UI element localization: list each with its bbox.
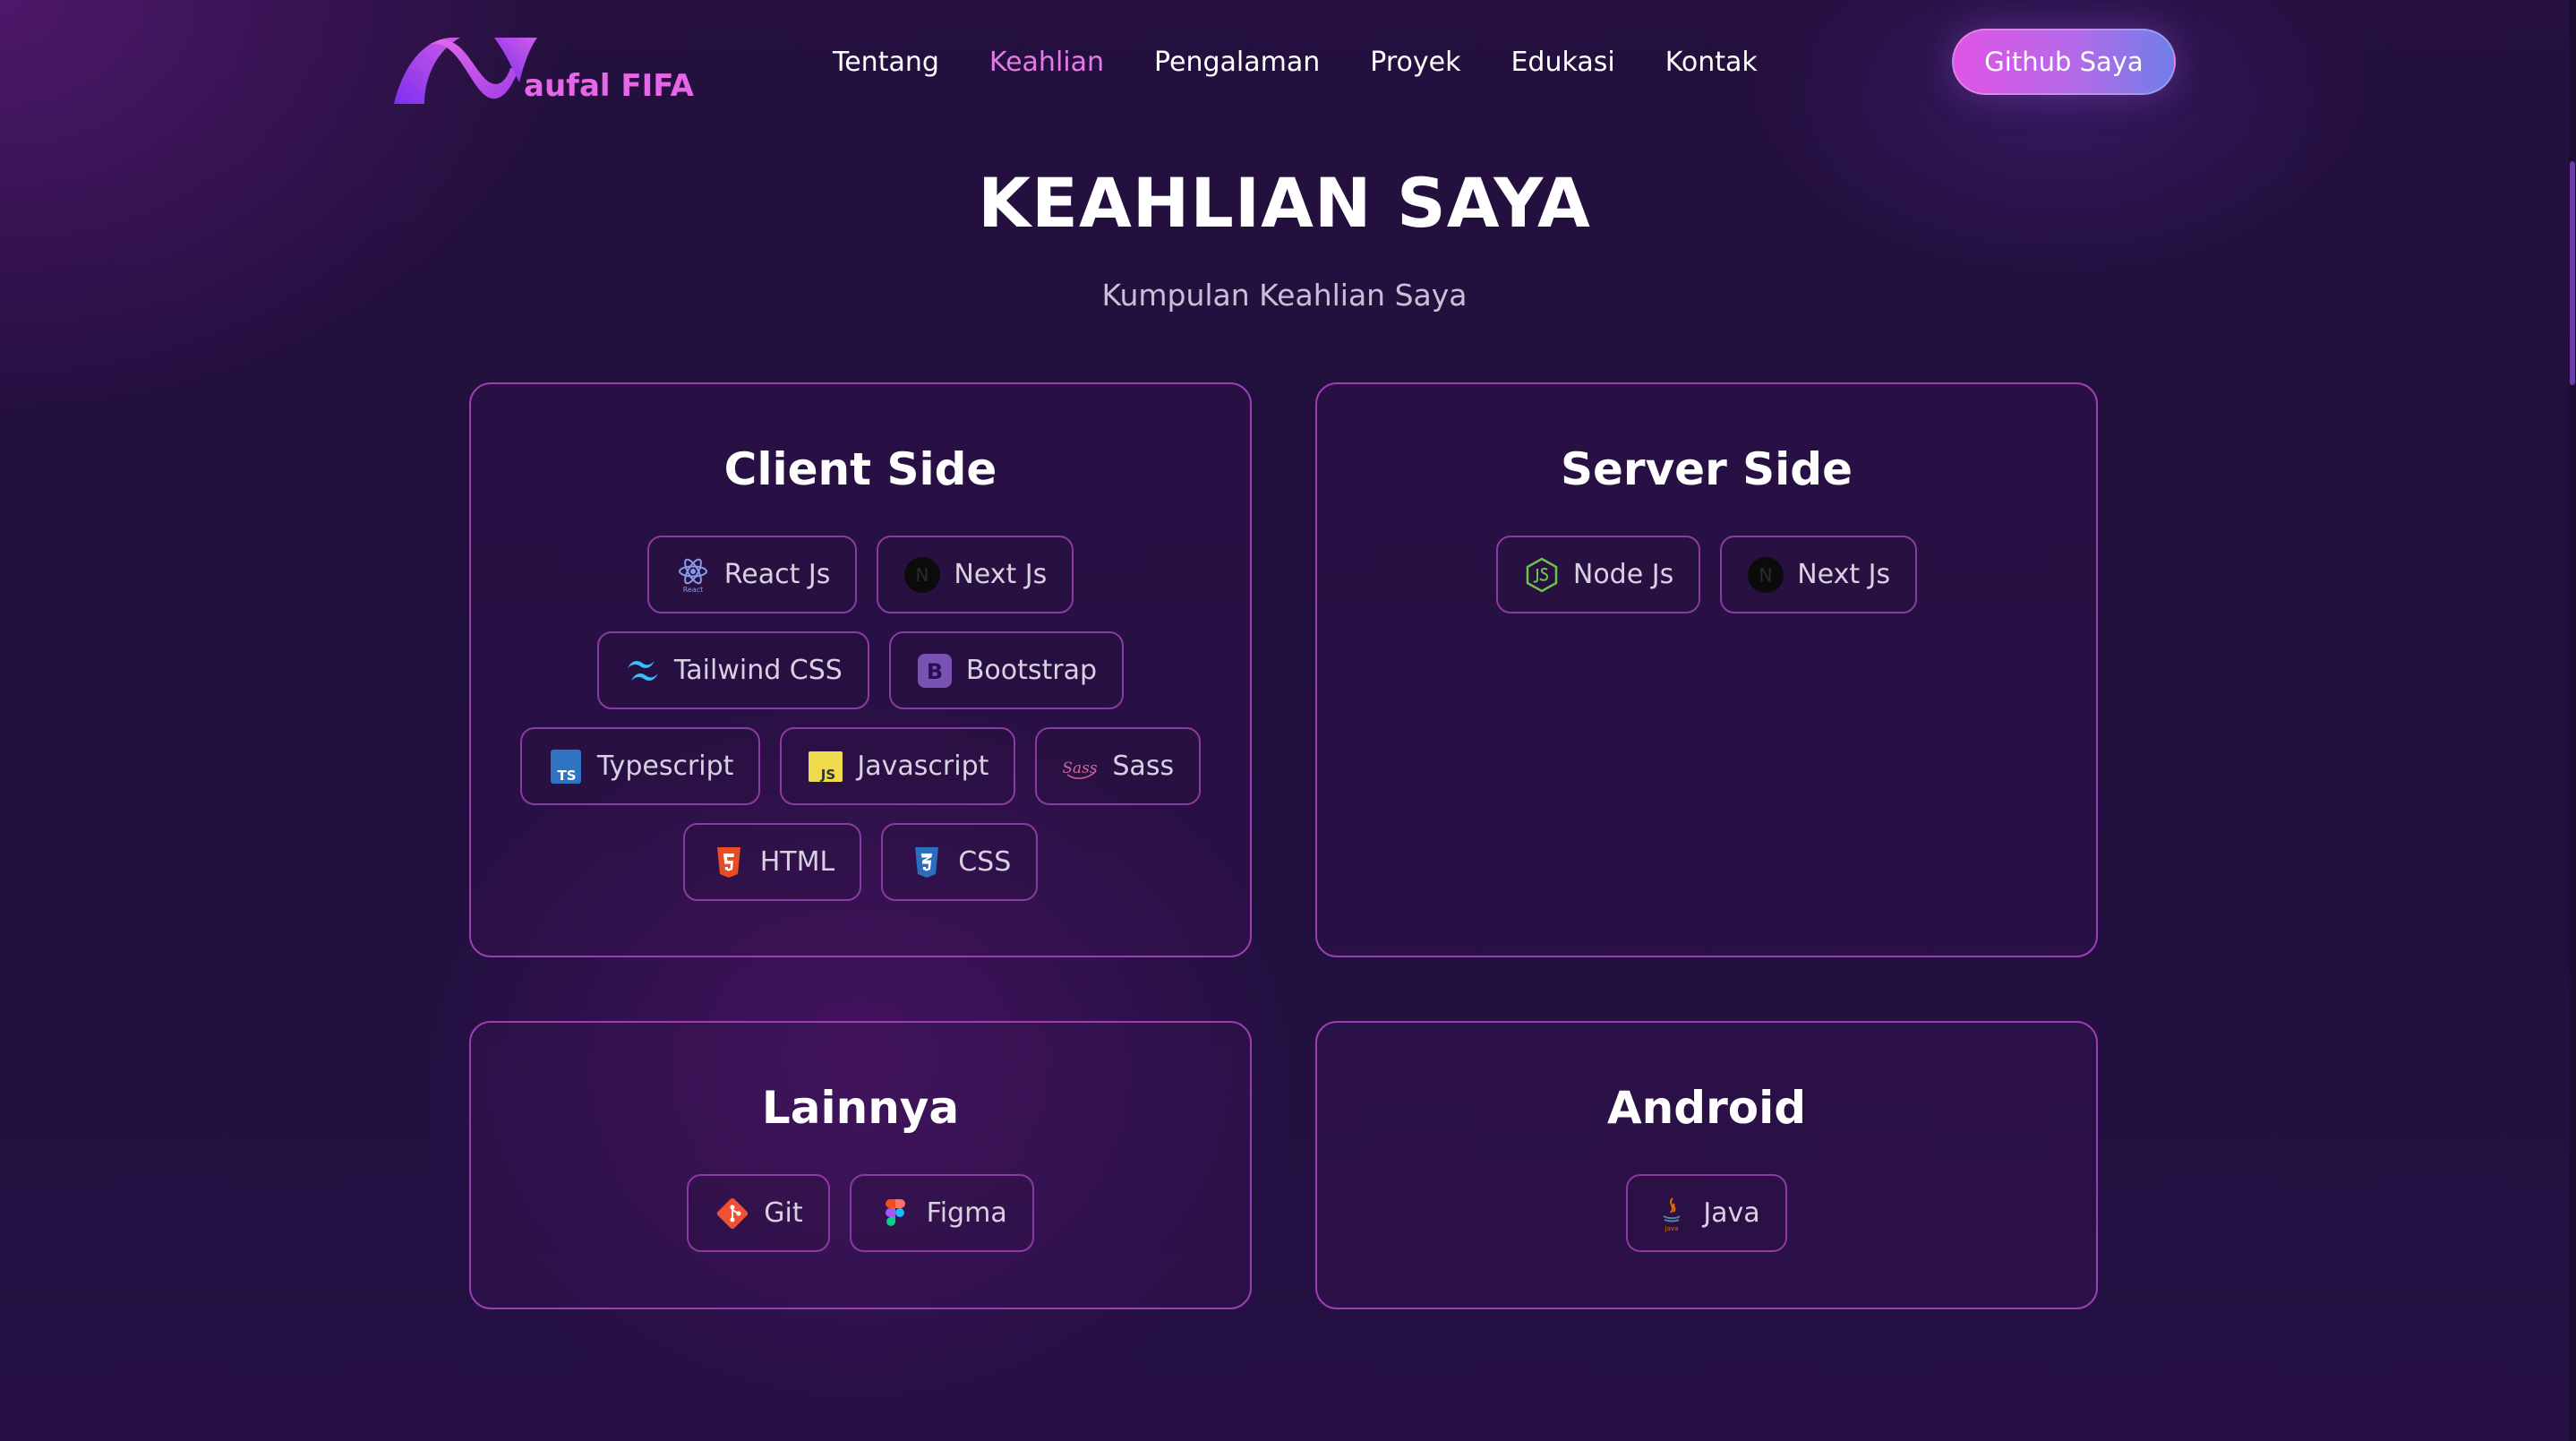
html5-icon <box>710 844 748 881</box>
android-card: Android Java Java <box>1315 1021 2098 1309</box>
skill-chip-figma[interactable]: Figma <box>849 1174 1034 1252</box>
java-icon: Java <box>1653 1195 1690 1232</box>
skill-chip-git[interactable]: Git <box>687 1174 830 1252</box>
skill-row: Git Figma <box>471 1174 1250 1252</box>
skill-row: Tailwind CSS B Bootstrap <box>471 631 1250 709</box>
skill-label: Figma <box>926 1197 1007 1229</box>
skill-row: HTML CSS <box>471 823 1250 901</box>
skill-chip-tailwind[interactable]: Tailwind CSS <box>596 631 869 709</box>
nodejs-icon <box>1523 556 1561 594</box>
card-title: Android <box>1606 1082 1807 1134</box>
skill-chip-nextjs-server[interactable]: N Next Js <box>1720 536 1918 613</box>
skill-label: Bootstrap <box>965 655 1098 686</box>
page-scrollbar[interactable] <box>2569 0 2576 1441</box>
card-title: Server Side <box>1560 443 1853 495</box>
css3-icon <box>908 844 946 881</box>
nav-link-kontak[interactable]: Kontak <box>1665 47 1758 78</box>
git-icon <box>714 1195 751 1232</box>
svg-text:N: N <box>916 564 929 586</box>
skill-label: Next Js <box>1797 559 1891 590</box>
skill-row: Java Java <box>1317 1174 2096 1252</box>
skill-chip-typescript[interactable]: TS Typescript <box>519 727 761 805</box>
nav-links: Tentang Keahlian Pengalaman Proyek Eduka… <box>833 43 1758 81</box>
skill-chip-nodejs[interactable]: Node Js <box>1495 536 1701 613</box>
skill-row: TS Typescript JS Javascript Sass Sass <box>471 727 1250 805</box>
client-side-card: Client Side React React Js N Next Js Tai… <box>469 382 1252 957</box>
skill-row: React React Js N Next Js <box>471 536 1250 613</box>
skill-label: Next Js <box>954 559 1048 590</box>
navbar: aufal FIFA Tentang Keahlian Pengalaman P… <box>0 0 2569 125</box>
card-title: Client Side <box>723 443 997 495</box>
skill-label: Git <box>764 1197 803 1229</box>
nav-link-keahlian[interactable]: Keahlian <box>989 47 1104 78</box>
section-title: KEAHLIAN SAYA <box>978 163 1591 243</box>
svg-text:TS: TS <box>557 768 576 784</box>
react-icon: React <box>674 556 712 594</box>
svg-text:N: N <box>1759 564 1773 586</box>
other-skills-card: Lainnya Git Figma <box>469 1021 1252 1309</box>
nav-link-tentang[interactable]: Tentang <box>833 47 939 78</box>
skill-label: Sass <box>1112 751 1175 782</box>
nav-link-edukasi[interactable]: Edukasi <box>1511 47 1614 78</box>
nav-link-pengalaman[interactable]: Pengalaman <box>1154 47 1320 78</box>
server-side-card: Server Side Node Js N Next Js <box>1315 382 2098 957</box>
svg-text:JS: JS <box>820 767 835 783</box>
skill-chip-nextjs[interactable]: N Next Js <box>877 536 1074 613</box>
sass-icon: Sass <box>1062 748 1100 785</box>
typescript-icon: TS <box>547 748 585 785</box>
github-button[interactable]: Github Saya <box>1952 29 2176 95</box>
skill-row: Node Js N Next Js <box>1317 536 2096 613</box>
skill-chip-react[interactable]: React React Js <box>646 536 858 613</box>
skill-label: HTML <box>759 846 835 878</box>
nav-link-proyek[interactable]: Proyek <box>1370 47 1460 78</box>
skill-chip-sass[interactable]: Sass Sass <box>1035 727 1202 805</box>
logo-text: aufal FIFA <box>524 68 694 104</box>
skill-label: React Js <box>723 559 831 590</box>
bootstrap-icon: B <box>916 652 954 690</box>
skill-chip-bootstrap[interactable]: B Bootstrap <box>888 631 1125 709</box>
skill-label: Tailwind CSS <box>673 655 843 686</box>
tailwind-icon <box>624 652 662 690</box>
javascript-icon: JS <box>807 748 844 785</box>
svg-text:Java: Java <box>1665 1225 1679 1232</box>
skill-label: Typescript <box>596 751 734 782</box>
brand-logo[interactable]: aufal FIFA <box>394 32 694 107</box>
figma-icon <box>877 1195 914 1232</box>
skill-chip-css[interactable]: CSS <box>881 823 1039 901</box>
skill-chip-java[interactable]: Java Java <box>1626 1174 1787 1252</box>
skill-label: Javascript <box>857 751 989 782</box>
skill-label: Node Js <box>1572 559 1674 590</box>
skill-label: CSS <box>958 846 1012 878</box>
nextjs-icon: N <box>1747 556 1784 594</box>
scrollbar-thumb[interactable] <box>2570 161 2575 385</box>
card-title: Lainnya <box>761 1082 960 1134</box>
svg-text:React: React <box>682 586 703 594</box>
skill-label: Java <box>1703 1197 1760 1229</box>
skill-chip-javascript[interactable]: JS Javascript <box>780 727 1016 805</box>
section-subtitle: Kumpulan Keahlian Saya <box>1101 278 1468 313</box>
skill-chip-html[interactable]: HTML <box>682 823 862 901</box>
svg-text:B: B <box>927 659 943 684</box>
nextjs-icon: N <box>903 556 941 594</box>
